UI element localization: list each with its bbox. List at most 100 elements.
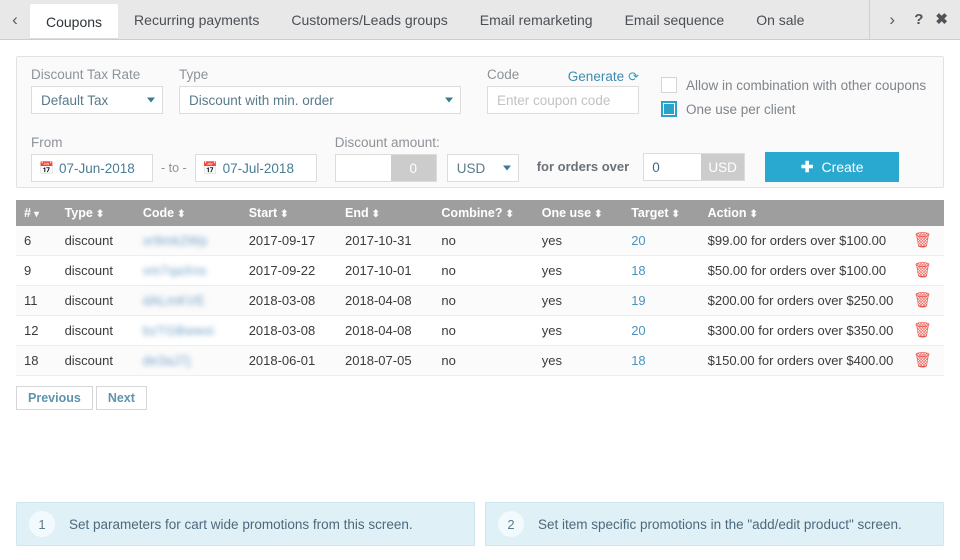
coupon-form-panel: Discount Tax Rate Default Tax Type Disco… xyxy=(16,56,944,188)
calendar-icon: 📅 xyxy=(39,162,54,174)
target-link[interactable]: 18 xyxy=(631,353,645,368)
tab-email-remarketing[interactable]: Email remarketing xyxy=(464,0,609,39)
create-button[interactable]: ✚ Create xyxy=(765,152,899,182)
redacted-code: bzTGBwwsi xyxy=(143,323,214,338)
cell-end: 2017-10-31 xyxy=(337,226,433,256)
allow-combination-checkbox[interactable] xyxy=(661,77,677,93)
sort-icon: ⬍ xyxy=(750,209,758,220)
sort-icon: ▾ xyxy=(34,209,39,220)
column-header-type[interactable]: Type⬍ xyxy=(57,200,135,226)
chevron-down-icon xyxy=(503,166,511,171)
cell-one-use: yes xyxy=(534,256,623,286)
tab-label: Coupons xyxy=(46,14,102,30)
column-header-end[interactable]: End⬍ xyxy=(337,200,433,226)
cell-delete: 🗑 xyxy=(901,286,944,316)
cell-combine: no xyxy=(433,346,533,376)
cell-combine: no xyxy=(433,226,533,256)
one-use-per-client-checkbox-row[interactable]: One use per client xyxy=(661,101,926,117)
cell-combine: no xyxy=(433,316,533,346)
cell-one-use: yes xyxy=(534,346,623,376)
cell-type: discount xyxy=(57,256,135,286)
table-row: 12 discount bzTGBwwsi 2018-03-08 2018-04… xyxy=(16,316,944,346)
create-button-label: Create xyxy=(821,159,863,175)
tabs-scroll-right-icon[interactable]: › xyxy=(869,0,914,39)
type-select[interactable]: Discount with min. order xyxy=(179,86,461,114)
tab-label: Email sequence xyxy=(625,12,725,28)
cell-one-use: yes xyxy=(534,286,623,316)
orders-over-label: for orders over xyxy=(523,153,643,181)
target-link[interactable]: 18 xyxy=(631,263,645,278)
target-link[interactable]: 19 xyxy=(631,293,645,308)
tab-email-sequence[interactable]: Email sequence xyxy=(609,0,741,39)
trash-icon[interactable]: 🗑 xyxy=(913,292,932,309)
coupon-code-input[interactable]: Enter coupon code xyxy=(487,86,639,114)
cell-delete: 🗑 xyxy=(901,346,944,376)
cell-number: 11 xyxy=(16,286,57,316)
sort-icon: ⬍ xyxy=(177,209,185,220)
discount-amount-input[interactable] xyxy=(335,154,391,182)
generate-code-link[interactable]: Generate ⟳ xyxy=(568,69,639,84)
coupons-table-wrapper: #▾ Type⬍ Code⬍ Start⬍ End⬍ Combine?⬍ One… xyxy=(16,200,944,376)
discount-amount-field: 0 xyxy=(335,154,437,182)
column-header-code[interactable]: Code⬍ xyxy=(135,200,241,226)
sort-icon: ⬍ xyxy=(594,209,602,220)
chevron-down-icon xyxy=(147,98,155,103)
sort-icon: ⬍ xyxy=(280,209,288,220)
target-link[interactable]: 20 xyxy=(631,233,645,248)
next-page-button[interactable]: Next xyxy=(96,386,147,410)
orders-over-input[interactable]: 0 xyxy=(643,153,701,181)
tab-on-sale[interactable]: On sale xyxy=(740,0,820,39)
tab-coupons[interactable]: Coupons xyxy=(30,4,118,39)
cell-action: $99.00 for orders over $100.00 xyxy=(700,226,902,256)
to-date-input[interactable]: 📅 07-Jul-2018 xyxy=(195,154,317,182)
cell-end: 2017-10-01 xyxy=(337,256,433,286)
target-link[interactable]: 20 xyxy=(631,323,645,338)
column-header-number[interactable]: #▾ xyxy=(16,200,57,226)
code-group: Code Generate ⟳ Enter coupon code xyxy=(487,67,639,114)
form-row-bottom: From 📅 07-Jun-2018 - to - 📅 07-Jul-2018 … xyxy=(31,135,929,182)
currency-select[interactable]: USD xyxy=(447,154,519,182)
redacted-code: vm7qaXns xyxy=(143,263,207,278)
tabs-scroll-left-icon[interactable]: ‹ xyxy=(0,0,30,39)
cell-start: 2017-09-22 xyxy=(241,256,337,286)
trash-icon[interactable]: 🗑 xyxy=(913,322,932,339)
column-label: Code xyxy=(143,206,174,220)
trash-icon[interactable]: 🗑 xyxy=(913,232,932,249)
cell-action: $150.00 for orders over $400.00 xyxy=(700,346,902,376)
tax-rate-select[interactable]: Default Tax xyxy=(31,86,163,114)
column-header-start[interactable]: Start⬍ xyxy=(241,200,337,226)
sort-icon: ⬍ xyxy=(96,209,104,220)
tab-list: Coupons Recurring payments Customers/Lea… xyxy=(30,0,869,39)
allow-combination-checkbox-row[interactable]: Allow in combination with other coupons xyxy=(661,77,926,93)
column-label: Type xyxy=(65,206,93,220)
column-header-combine[interactable]: Combine?⬍ xyxy=(433,200,533,226)
tab-recurring-payments[interactable]: Recurring payments xyxy=(118,0,275,39)
cell-end: 2018-04-08 xyxy=(337,286,433,316)
generate-label: Generate xyxy=(568,69,624,84)
cell-code: dALmKVE xyxy=(135,286,241,316)
column-header-action[interactable]: Action⬍ xyxy=(700,200,902,226)
sort-icon: ⬍ xyxy=(372,209,380,220)
from-date-input[interactable]: 📅 07-Jun-2018 xyxy=(31,154,153,182)
currency-value: USD xyxy=(457,161,486,176)
one-use-per-client-checkbox[interactable] xyxy=(661,101,677,117)
trash-icon[interactable]: 🗑 xyxy=(913,262,932,279)
checkbox-group: Allow in combination with other coupons … xyxy=(661,67,926,125)
discount-amount-label: Discount amount: xyxy=(335,135,519,150)
column-header-target[interactable]: Target⬍ xyxy=(623,200,699,226)
orders-over-group: for orders over 0 USD ✚ Create xyxy=(523,152,899,182)
redacted-code: de3aJ7j xyxy=(143,353,191,368)
help-icon[interactable]: ? xyxy=(914,12,923,27)
tab-label: Customers/Leads groups xyxy=(291,12,447,28)
to-date-value: 07-Jul-2018 xyxy=(223,161,294,176)
trash-icon[interactable]: 🗑 xyxy=(913,352,932,369)
table-row: 9 discount vm7qaXns 2017-09-22 2017-10-0… xyxy=(16,256,944,286)
previous-page-button[interactable]: Previous xyxy=(16,386,93,410)
cell-end: 2018-04-08 xyxy=(337,316,433,346)
cell-end: 2018-07-05 xyxy=(337,346,433,376)
cell-start: 2018-03-08 xyxy=(241,286,337,316)
tab-customers-leads-groups[interactable]: Customers/Leads groups xyxy=(275,0,463,39)
column-label: # xyxy=(24,206,31,220)
column-header-one-use[interactable]: One use⬍ xyxy=(534,200,623,226)
close-icon[interactable]: ✖ xyxy=(935,12,948,27)
